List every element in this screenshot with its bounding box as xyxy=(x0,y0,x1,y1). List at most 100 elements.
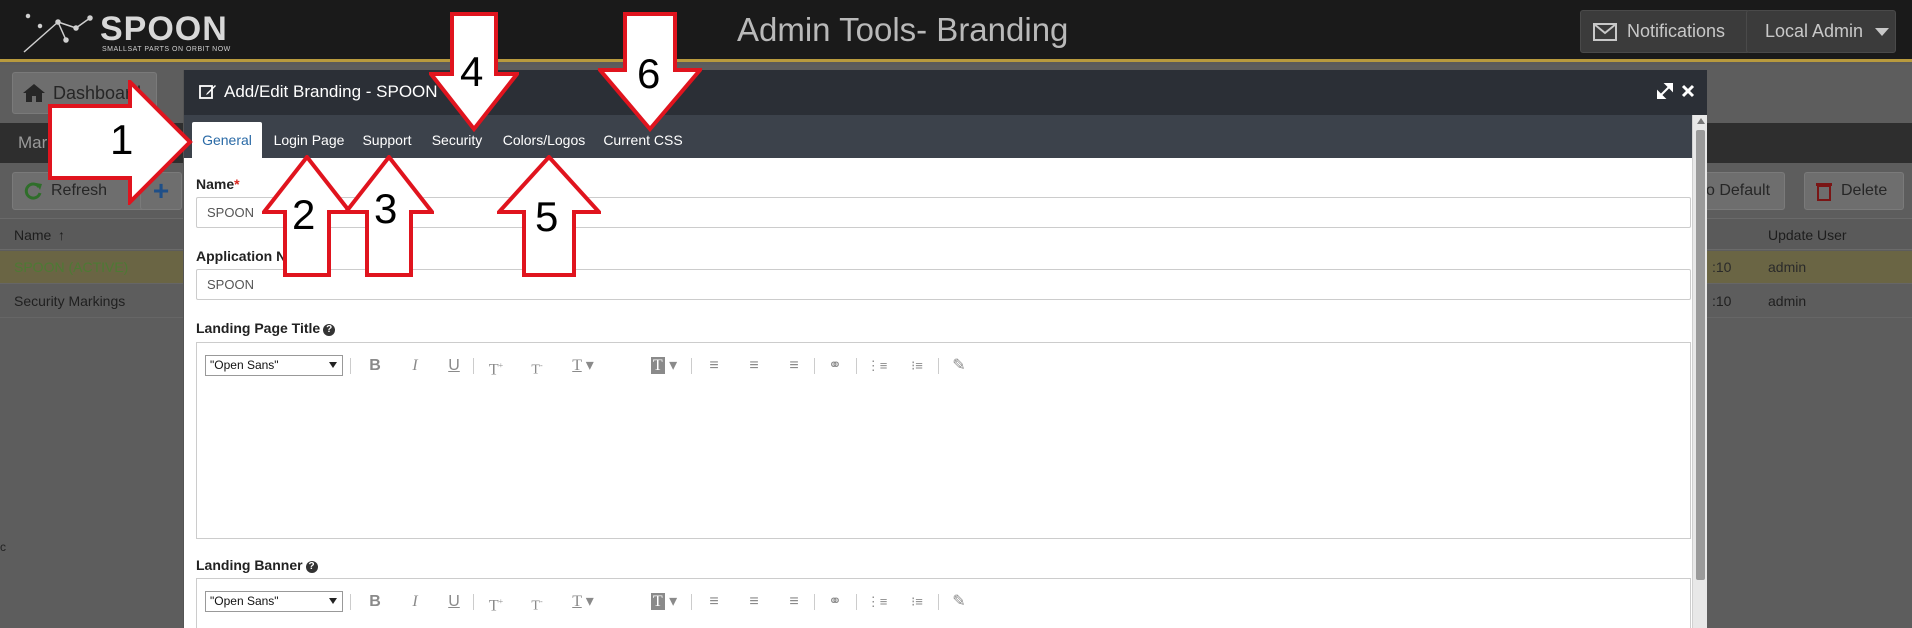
modal-title: Add/Edit Branding - SPOON xyxy=(224,82,438,101)
annotation-arrow-6: 6 xyxy=(598,12,702,132)
caret-down-icon xyxy=(1875,27,1890,36)
highlight-icon[interactable]: T ▾ xyxy=(644,355,684,377)
annotation-number: 3 xyxy=(374,185,398,232)
scrollbar-thumb[interactable] xyxy=(1696,130,1705,580)
font-family-value: "Open Sans" xyxy=(210,594,279,608)
set-default-button[interactable]: o Default xyxy=(1695,172,1785,210)
unordered-list-icon[interactable]: ⁝≡ xyxy=(905,355,929,377)
font-color-icon[interactable]: T ▾ xyxy=(563,355,603,377)
tab-login-page[interactable]: Login Page xyxy=(269,122,349,158)
ordered-list-icon[interactable]: ⋮≡ xyxy=(865,591,889,613)
bold-icon[interactable]: B xyxy=(365,355,385,377)
unordered-list-icon[interactable]: ⁝≡ xyxy=(905,591,929,613)
annotation-number: 4 xyxy=(460,48,484,95)
page-title: Admin Tools- Branding xyxy=(737,11,1069,48)
branding-modal: Add/Edit Branding - SPOON General Login … xyxy=(183,70,1707,628)
annotation-arrow-3: 3 xyxy=(344,155,434,278)
clear-format-icon[interactable]: ✎ xyxy=(947,591,971,613)
landing-banner-label: Landing Banner? xyxy=(196,557,318,573)
annotation-arrow-2: 2 xyxy=(262,155,352,278)
landing-page-title-text: Landing Page Title xyxy=(196,320,321,336)
name-label-text: Name xyxy=(196,176,235,192)
row-time: :10 xyxy=(1712,259,1732,275)
align-left-icon[interactable]: ≡ xyxy=(702,355,726,377)
ordered-list-icon[interactable]: ⋮≡ xyxy=(865,355,889,377)
font-color-icon[interactable]: T ▾ xyxy=(563,591,603,613)
superscript-icon[interactable]: T+ xyxy=(484,355,508,378)
modal-tab-bar: General Login Page Support Security Colo… xyxy=(184,115,1694,158)
tab-support[interactable]: Support xyxy=(356,122,418,158)
tab-general[interactable]: General xyxy=(192,122,262,158)
help-icon[interactable]: ? xyxy=(305,561,318,573)
name-label: Name* xyxy=(196,176,240,192)
required-marker: * xyxy=(234,176,240,192)
align-left-icon[interactable]: ≡ xyxy=(702,591,726,613)
envelope-icon xyxy=(1593,22,1617,41)
modal-scrollbar[interactable] xyxy=(1692,115,1707,628)
align-center-icon[interactable]: ≡ xyxy=(742,355,766,377)
row-name: SPOON (ACTIVE) xyxy=(14,259,129,275)
annotation-number: 1 xyxy=(110,116,134,163)
edit-icon xyxy=(199,85,216,99)
notifications-label: Notifications xyxy=(1627,21,1726,41)
top-bar: SPOON SMALLSAT PARTS ON ORBIT NOW Admin … xyxy=(0,0,1912,62)
font-size-icon[interactable]: T- xyxy=(525,591,549,614)
annotation-number: 2 xyxy=(292,191,316,238)
link-icon[interactable]: ⚭ xyxy=(823,355,847,377)
close-icon[interactable] xyxy=(1679,82,1697,100)
column-header-update-user[interactable]: Update User xyxy=(1768,227,1847,243)
annotation-number: 5 xyxy=(535,193,559,240)
toolbar-divider xyxy=(814,594,815,610)
chevron-down-icon xyxy=(329,598,337,604)
landing-page-title-label: Landing Page Title? xyxy=(196,320,336,336)
expand-icon[interactable] xyxy=(1656,82,1674,100)
delete-button[interactable]: Delete xyxy=(1804,172,1904,210)
user-menu-button[interactable]: Local Admin xyxy=(1746,10,1896,53)
toolbar-divider xyxy=(814,358,815,374)
font-family-select[interactable]: "Open Sans" xyxy=(205,355,343,376)
landing-banner-editor[interactable]: "Open Sans" B I U T+ T- T ▾ T ▾ ≡ ≡ ≡ ⚭ … xyxy=(196,578,1691,628)
chevron-down-icon xyxy=(329,362,337,368)
spoon-logo[interactable]: SPOON SMALLSAT PARTS ON ORBIT NOW xyxy=(18,8,230,56)
bold-icon[interactable]: B xyxy=(365,591,385,613)
link-icon[interactable]: ⚭ xyxy=(823,591,847,613)
notifications-button[interactable]: Notifications xyxy=(1580,10,1750,53)
toolbar-divider xyxy=(691,594,692,610)
edge-artifact: c xyxy=(0,540,6,554)
superscript-icon[interactable]: T+ xyxy=(484,591,508,614)
constellation-icon xyxy=(23,13,93,53)
toolbar-divider xyxy=(350,594,351,610)
align-right-icon[interactable]: ≡ xyxy=(782,355,806,377)
italic-icon[interactable]: I xyxy=(405,355,425,377)
row-user: admin xyxy=(1768,293,1807,309)
underline-icon[interactable]: U xyxy=(444,355,464,377)
landing-banner-text: Landing Banner xyxy=(196,557,303,573)
align-right-icon[interactable]: ≡ xyxy=(782,591,806,613)
trash-icon xyxy=(1816,183,1832,201)
highlight-icon[interactable]: T ▾ xyxy=(644,591,684,613)
row-user: admin xyxy=(1768,259,1807,275)
scroll-up-icon[interactable] xyxy=(1697,118,1705,124)
toolbar-divider xyxy=(938,358,939,374)
landing-page-title-editor[interactable]: "Open Sans" B I U T+ T- T ▾ T ▾ ≡ ≡ ≡ ⚭ … xyxy=(196,342,1691,539)
clear-format-icon[interactable]: ✎ xyxy=(947,355,971,377)
italic-icon[interactable]: I xyxy=(405,591,425,613)
toolbar-divider xyxy=(691,358,692,374)
editor-toolbar: "Open Sans" B I U T+ T- T ▾ T ▾ ≡ ≡ ≡ ⚭ … xyxy=(197,343,1690,387)
column-header-name[interactable]: Name xyxy=(14,227,51,243)
align-center-icon[interactable]: ≡ xyxy=(742,591,766,613)
help-icon[interactable]: ? xyxy=(323,324,336,336)
annotation-number: 6 xyxy=(637,50,661,97)
toolbar-divider xyxy=(350,358,351,374)
font-size-icon[interactable]: T- xyxy=(525,355,549,378)
toolbar-divider xyxy=(938,594,939,610)
delete-label: Delete xyxy=(1841,182,1888,199)
user-label: Local Admin xyxy=(1765,21,1864,41)
home-icon xyxy=(23,84,45,102)
underline-icon[interactable]: U xyxy=(444,591,464,613)
font-family-select[interactable]: "Open Sans" xyxy=(205,591,343,612)
sort-up-icon: ↑ xyxy=(58,227,65,243)
annotation-arrow-4: 4 xyxy=(429,12,519,132)
logo-text: SPOON xyxy=(100,10,228,48)
font-family-value: "Open Sans" xyxy=(210,358,279,372)
